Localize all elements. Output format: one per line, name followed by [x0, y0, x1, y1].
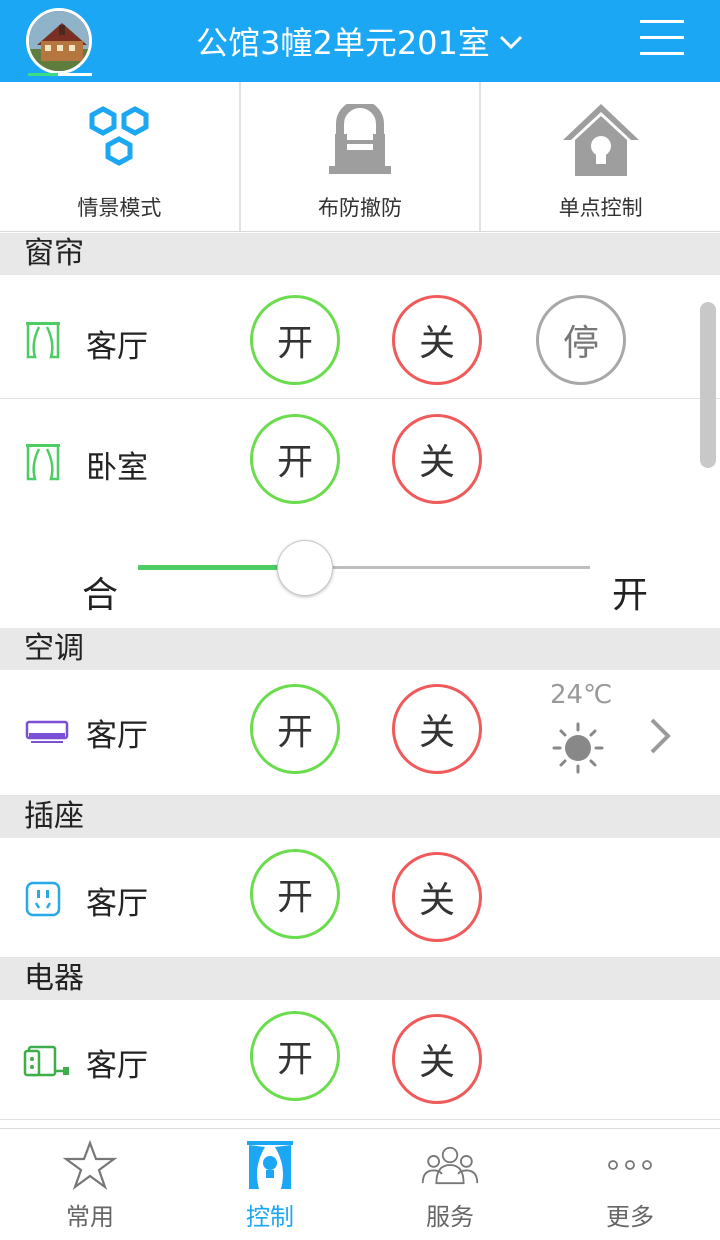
nav-control-label: 控制: [246, 1203, 294, 1231]
house-selector[interactable]: 公馆3幢2单元201室: [150, 18, 570, 64]
nav-more-label: 更多: [606, 1203, 654, 1231]
row-name: 客厅: [86, 329, 148, 365]
row-name: 客厅: [86, 718, 148, 754]
people-icon: [420, 1139, 480, 1191]
curtain-living-stop-button[interactable]: 停: [536, 295, 626, 385]
curtain-living-open-button[interactable]: 开: [250, 295, 340, 385]
appliance-icon: [22, 1040, 72, 1082]
tile-arm-disarm[interactable]: 布防撤防: [241, 82, 482, 231]
sun-icon: [552, 722, 604, 774]
curtain-slider-row: 合 开: [0, 518, 720, 628]
ac-living-off-button[interactable]: 关: [392, 684, 482, 774]
slider-open-label: 开: [612, 575, 649, 616]
nav-common-label: 常用: [66, 1203, 114, 1231]
chevron-down-icon: [498, 22, 524, 60]
nav-common[interactable]: 常用: [0, 1129, 180, 1240]
curtain-bedroom-open-button[interactable]: 开: [250, 414, 340, 504]
tile-arm-disarm-label: 布防撤防: [318, 196, 402, 220]
more-dots-icon: [600, 1139, 660, 1191]
lock-icon: [315, 100, 405, 180]
scrollbar[interactable]: [700, 302, 716, 468]
curtain-icon: [22, 441, 64, 483]
curtain-row-living: 客厅 开 关 停: [0, 275, 720, 399]
curtain-bedroom-close-button[interactable]: 关: [392, 414, 482, 504]
air-conditioner-icon: [24, 712, 70, 754]
curtain-icon: [22, 319, 64, 361]
nav-control[interactable]: 控制: [180, 1129, 360, 1240]
house-bulb-icon: [556, 100, 646, 180]
row-name: 客厅: [86, 1048, 148, 1084]
nav-service[interactable]: 服务: [360, 1129, 540, 1240]
nav-more[interactable]: 更多: [540, 1129, 720, 1240]
curtain-row-bedroom: 卧室 开 关: [0, 399, 720, 519]
chevron-right-icon[interactable]: [644, 714, 674, 758]
ac-living-on-button[interactable]: 开: [250, 684, 340, 774]
row-name: 卧室: [86, 450, 148, 486]
nav-service-label: 服务: [426, 1203, 474, 1231]
slider-close-label: 合: [82, 575, 119, 616]
feature-tiles: 情景模式 布防撤防 单点控制: [0, 82, 720, 232]
slider-thumb[interactable]: [277, 540, 334, 596]
curtain-bulb-icon: [240, 1139, 300, 1191]
tile-single-control-label: 单点控制: [558, 196, 643, 220]
avatar[interactable]: [26, 8, 92, 74]
curtain-living-close-button[interactable]: 关: [392, 295, 482, 385]
ac-temperature: 24℃: [550, 680, 613, 710]
section-header-curtain: 窗帘: [0, 233, 720, 275]
section-header-appliance: 电器: [0, 958, 720, 1000]
socket-row-living: 客厅 开 关: [0, 838, 720, 958]
appliance-living-off-button[interactable]: 关: [392, 1014, 482, 1104]
star-icon: [60, 1139, 120, 1191]
tile-scene-mode[interactable]: 情景模式: [0, 82, 241, 231]
section-header-ac: 空调: [0, 628, 720, 670]
socket-living-on-button[interactable]: 开: [250, 849, 340, 939]
tile-single-control[interactable]: 单点控制: [481, 82, 720, 231]
avatar-indicator: [28, 73, 92, 76]
row-name: 客厅: [86, 886, 148, 922]
house-title: 公馆3幢2单元201室: [196, 24, 490, 62]
tile-scene-mode-label: 情景模式: [77, 196, 162, 220]
socket-icon: [22, 878, 64, 920]
bottom-nav: 常用 控制 服务 更多: [0, 1128, 720, 1240]
hexagons-icon: [74, 100, 164, 180]
appliance-living-on-button[interactable]: 开: [250, 1011, 340, 1101]
appliance-row-living: 客厅 开 关: [0, 1000, 720, 1120]
hamburger-menu-icon[interactable]: [640, 18, 688, 58]
top-bar: 公馆3幢2单元201室: [0, 0, 720, 82]
socket-living-off-button[interactable]: 关: [392, 852, 482, 942]
section-header-socket: 插座: [0, 796, 720, 838]
